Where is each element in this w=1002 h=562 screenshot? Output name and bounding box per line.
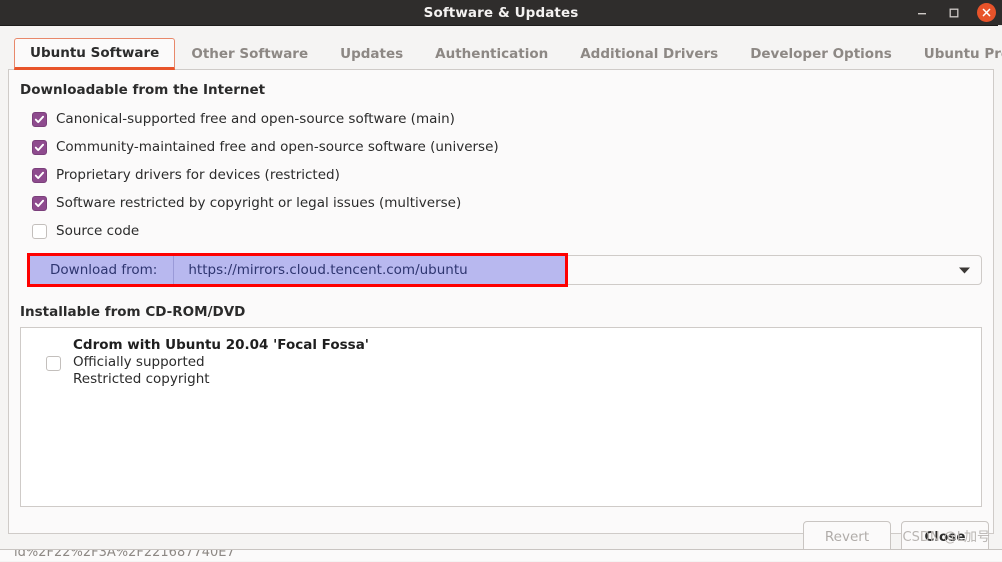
tab-bar: Ubuntu Software Other Software Updates A… bbox=[8, 34, 1002, 70]
tab-label: Other Software bbox=[191, 46, 309, 62]
chevron-down-icon bbox=[958, 266, 971, 275]
tab-ubuntu-software[interactable]: Ubuntu Software bbox=[14, 38, 176, 70]
tab-label: Updates bbox=[340, 46, 404, 62]
window-body: Ubuntu Software Other Software Updates A… bbox=[0, 26, 1002, 562]
tab-other-software[interactable]: Other Software bbox=[175, 39, 324, 70]
checkbox-label: Community-maintained free and open-sourc… bbox=[56, 139, 499, 155]
tab-label: Developer Options bbox=[750, 46, 892, 62]
cdrom-item-text: Cdrom with Ubuntu 20.04 'Focal Fossa' Of… bbox=[73, 337, 369, 388]
window-titlebar: Software & Updates bbox=[0, 0, 1002, 26]
tab-label: Authentication bbox=[435, 46, 549, 62]
tab-label: Ubuntu Pro bbox=[923, 46, 1002, 62]
checkbox-row-source-code[interactable]: Source code bbox=[32, 217, 982, 245]
tab-label: Additional Drivers bbox=[580, 46, 719, 62]
checkbox-multiverse[interactable] bbox=[32, 195, 47, 211]
checkbox-label: Proprietary drivers for devices (restric… bbox=[56, 167, 340, 183]
downloadable-section-title: Downloadable from the Internet bbox=[20, 82, 266, 98]
checkbox-restricted[interactable] bbox=[32, 167, 47, 183]
list-item[interactable]: Cdrom with Ubuntu 20.04 'Focal Fossa' Of… bbox=[46, 337, 971, 388]
checkbox-row-universe[interactable]: Community-maintained free and open-sourc… bbox=[32, 133, 982, 161]
tab-authentication[interactable]: Authentication bbox=[419, 39, 564, 70]
checkbox-row-main[interactable]: Canonical-supported free and open-source… bbox=[32, 105, 982, 133]
cdrom-item-copyright: Restricted copyright bbox=[73, 371, 210, 387]
window-controls bbox=[913, 0, 996, 25]
ubuntu-software-panel: Downloadable from the Internet Canonical… bbox=[8, 70, 994, 534]
tab-developer-options[interactable]: Developer Options bbox=[734, 39, 908, 70]
maximize-button[interactable] bbox=[945, 4, 963, 22]
cdrom-list[interactable]: Cdrom with Ubuntu 20.04 'Focal Fossa' Of… bbox=[20, 327, 982, 507]
checkbox-row-restricted[interactable]: Proprietary drivers for devices (restric… bbox=[32, 161, 982, 189]
minimize-button[interactable] bbox=[913, 4, 931, 22]
tab-label: Ubuntu Software bbox=[30, 45, 160, 61]
cdrom-item-support: Officially supported bbox=[73, 354, 205, 370]
annotation-highlight-rectangle bbox=[27, 253, 568, 287]
close-button[interactable] bbox=[977, 3, 996, 22]
close-dialog-button[interactable]: Close bbox=[901, 520, 989, 553]
window-title: Software & Updates bbox=[423, 4, 579, 21]
close-label: Close bbox=[924, 528, 966, 545]
checkbox-cdrom[interactable] bbox=[46, 356, 61, 371]
tab-updates[interactable]: Updates bbox=[324, 39, 419, 70]
revert-button[interactable]: Revert bbox=[803, 520, 891, 553]
checkbox-label: Canonical-supported free and open-source… bbox=[56, 111, 455, 127]
download-from-row: Download from: https://mirrors.cloud.ten… bbox=[20, 253, 982, 287]
revert-label: Revert bbox=[824, 528, 870, 545]
checkbox-label: Software restricted by copyright or lega… bbox=[56, 195, 462, 211]
checkbox-row-multiverse[interactable]: Software restricted by copyright or lega… bbox=[32, 189, 982, 217]
cdrom-item-name: Cdrom with Ubuntu 20.04 'Focal Fossa' bbox=[73, 337, 369, 353]
cdrom-section-title: Installable from CD-ROM/DVD bbox=[20, 304, 246, 320]
checkbox-universe[interactable] bbox=[32, 139, 47, 155]
checkbox-source-code[interactable] bbox=[32, 223, 47, 239]
clipped-bottom-strip: id%2F22%2F3A%2F221687740E7 bbox=[0, 549, 1002, 561]
checkbox-label: Source code bbox=[56, 223, 140, 239]
tab-additional-drivers[interactable]: Additional Drivers bbox=[564, 39, 734, 70]
tab-ubuntu-pro[interactable]: Ubuntu Pro bbox=[908, 39, 1002, 70]
checkbox-main[interactable] bbox=[32, 111, 47, 127]
clipped-bottom-text: id%2F22%2F3A%2F221687740E7 bbox=[14, 549, 235, 560]
